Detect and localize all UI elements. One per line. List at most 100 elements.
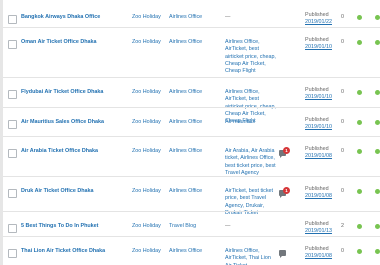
- category-link[interactable]: Airlines Office: [169, 248, 221, 255]
- page-edge: [0, 0, 3, 265]
- table-row: Bangkok Airways Dhaka Office Zoo Holiday A…: [0, 0, 380, 28]
- author-link[interactable]: Zoo Holiday: [132, 39, 166, 46]
- date-value: 2019/01/08: [305, 193, 332, 200]
- comments-indicator[interactable]: 1: [279, 187, 293, 202]
- publish-date: Published 2019/01/10: [305, 87, 339, 102]
- table-row: Thai Lion Air Ticket Office Dhaka Zoo Hol…: [0, 237, 380, 265]
- row-checkbox[interactable]: [8, 40, 17, 49]
- date-value: 2019/01/10: [305, 124, 332, 131]
- pending-comments-badge: 1: [283, 147, 290, 154]
- seo-score-dot-icon: [357, 40, 362, 45]
- date-status: Published: [305, 186, 329, 192]
- author-link[interactable]: Zoo Holiday: [132, 248, 166, 255]
- post-title-link[interactable]: Flydubai Air Ticket Office Dhaka: [21, 89, 129, 96]
- seo-score-dot-icon: [357, 15, 362, 20]
- publish-date: Published 2019/01/10: [305, 117, 339, 132]
- readability-dot-icon: [375, 249, 380, 254]
- row-checkbox[interactable]: [8, 15, 17, 24]
- date-status: Published: [305, 12, 329, 18]
- readability-dot-icon: [375, 149, 380, 154]
- readability-dot-icon: [375, 120, 380, 125]
- links-count: 0: [341, 248, 344, 254]
- readability-dot-icon: [375, 90, 380, 95]
- post-title-link[interactable]: Oman Air Ticket Office Dhaka: [21, 39, 129, 46]
- author-link[interactable]: Zoo Holiday: [132, 14, 166, 21]
- table-row: Air Mauritius Sales Office Dhaka Zoo Holi…: [0, 108, 380, 137]
- table-row: Air Arabia Ticket Office Dhaka Zoo Holida…: [0, 137, 380, 177]
- table-row: Oman Air Ticket Office Dhaka Zoo Holiday A…: [0, 28, 380, 78]
- seo-score-dot-icon: [357, 249, 362, 254]
- seo-score-dot-icon: [357, 120, 362, 125]
- seo-score-dot-icon: [357, 224, 362, 229]
- links-count: 0: [341, 148, 344, 154]
- date-value: 2019/01/10: [305, 94, 332, 101]
- row-checkbox[interactable]: [8, 120, 17, 129]
- links-count: 0: [341, 119, 344, 125]
- comments-indicator[interactable]: [279, 250, 293, 262]
- post-title-link[interactable]: Bangkok Airways Dhaka Office: [21, 14, 129, 21]
- publish-date: Published 2019/01/08: [305, 186, 339, 201]
- tags-list[interactable]: Airlines Office, AirTicket, best airtick…: [225, 39, 277, 75]
- date-value: 2019/01/08: [305, 253, 332, 260]
- post-title-link[interactable]: Air Arabia Ticket Office Dhaka: [21, 148, 129, 155]
- author-link[interactable]: Zoo Holiday: [132, 188, 166, 195]
- pending-comments-badge: 1: [283, 187, 290, 194]
- author-link[interactable]: Zoo Holiday: [132, 223, 166, 230]
- readability-dot-icon: [375, 40, 380, 45]
- table-row: 5 Best Things To Do In Phuket Zoo Holiday…: [0, 212, 380, 237]
- publish-date: Published 2019/01/13: [305, 221, 339, 236]
- category-link[interactable]: Airlines Office: [169, 119, 221, 126]
- tags-list[interactable]: Air Arabia, Air Arabia ticket, Airlines …: [225, 148, 277, 177]
- readability-dot-icon: [375, 224, 380, 229]
- post-title-link[interactable]: 5 Best Things To Do In Phuket: [21, 223, 129, 230]
- tags-list: —: [225, 14, 231, 20]
- links-count: 0: [341, 89, 344, 95]
- author-link[interactable]: Zoo Holiday: [132, 148, 166, 155]
- post-title-link[interactable]: Druk Air Ticket Office Dhaka: [21, 188, 129, 195]
- category-link[interactable]: Airlines Office: [169, 14, 221, 21]
- date-value: 2019/01/10: [305, 44, 332, 51]
- date-status: Published: [305, 146, 329, 152]
- tags-list[interactable]: Air mauritius: [225, 119, 277, 126]
- category-link[interactable]: Airlines Office: [169, 148, 221, 155]
- row-checkbox[interactable]: [8, 149, 17, 158]
- readability-dot-icon: [375, 189, 380, 194]
- publish-date: Published 2019/01/08: [305, 146, 339, 161]
- seo-score-dot-icon: [357, 149, 362, 154]
- date-status: Published: [305, 246, 329, 252]
- seo-score-dot-icon: [357, 189, 362, 194]
- author-link[interactable]: Zoo Holiday: [132, 119, 166, 126]
- links-count: 0: [341, 39, 344, 45]
- date-value: 2019/01/13: [305, 228, 332, 235]
- category-link[interactable]: Travel Blog: [169, 223, 221, 230]
- date-status: Published: [305, 117, 329, 123]
- comments-indicator[interactable]: 1: [279, 147, 293, 162]
- table-row: Druk Air Ticket Office Dhaka Zoo Holiday A…: [0, 177, 380, 216]
- publish-date: Published 2019/01/22: [305, 12, 339, 27]
- author-link[interactable]: Zoo Holiday: [132, 89, 166, 96]
- post-title-link[interactable]: Thai Lion Air Ticket Office Dhaka: [21, 248, 129, 255]
- links-count: 0: [341, 188, 344, 194]
- comment-bubble-icon: [279, 250, 286, 258]
- date-value: 2019/01/08: [305, 153, 332, 160]
- category-link[interactable]: Airlines Office: [169, 39, 221, 46]
- row-checkbox[interactable]: [8, 224, 17, 233]
- post-title-link[interactable]: Air Mauritius Sales Office Dhaka: [21, 119, 129, 126]
- row-checkbox[interactable]: [8, 90, 17, 99]
- date-status: Published: [305, 221, 329, 227]
- publish-date: Published 2019/01/10: [305, 37, 339, 52]
- category-link[interactable]: Airlines Office: [169, 89, 221, 96]
- row-checkbox[interactable]: [8, 249, 17, 258]
- seo-score-dot-icon: [357, 90, 362, 95]
- tags-list: —: [225, 223, 231, 229]
- category-link[interactable]: Airlines Office: [169, 188, 221, 195]
- links-count: 2: [341, 223, 344, 229]
- links-count: 0: [341, 14, 344, 20]
- date-status: Published: [305, 87, 329, 93]
- date-status: Published: [305, 37, 329, 43]
- tags-list[interactable]: Airlines Office, AirTicket, Thai Lion Ai…: [225, 248, 277, 265]
- publish-date: Published 2019/01/08: [305, 246, 339, 261]
- posts-table: Bangkok Airways Dhaka Office Zoo Holiday A…: [0, 0, 380, 265]
- row-checkbox[interactable]: [8, 189, 17, 198]
- date-value: 2019/01/22: [305, 19, 332, 26]
